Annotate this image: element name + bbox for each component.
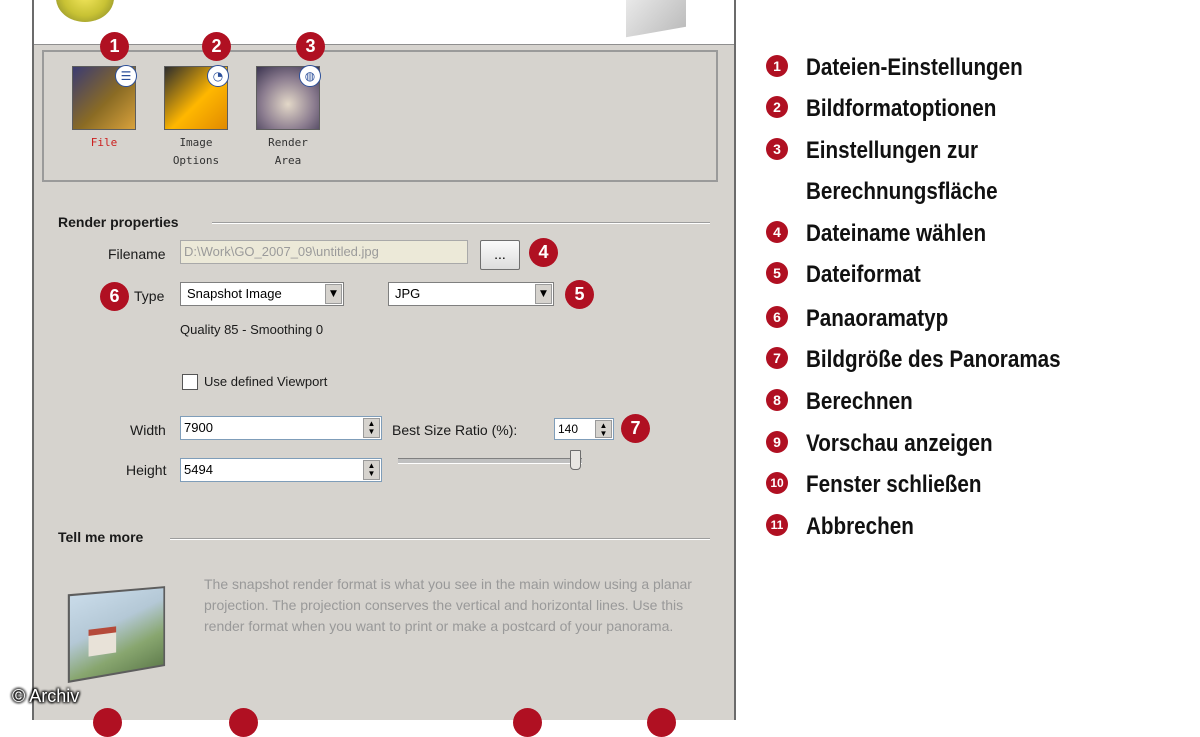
- image-options-icon: ◔: [164, 65, 229, 130]
- tell-me-more-description: The snapshot render format is what you s…: [204, 576, 692, 634]
- render-properties-title: Render properties: [58, 214, 179, 230]
- callout-badge-1: 1: [100, 32, 129, 61]
- legend-text: Panaoramatyp: [806, 305, 949, 332]
- size-ratio-slider-thumb[interactable]: [570, 450, 581, 470]
- legend-badge: 3: [766, 138, 788, 160]
- image-options-tool-label: Image Options: [172, 136, 220, 167]
- legend-text: Dateien-Einstellungen: [806, 54, 1023, 81]
- app-logo: [56, 0, 114, 22]
- legend-text: Abbrechen: [806, 513, 914, 540]
- globe-icon: ◍: [299, 65, 321, 87]
- header-graphic: [626, 0, 686, 38]
- render-toolbar: ☰ File ◔ Image Options ◍ Render Area: [42, 50, 718, 182]
- image-options-tool-button[interactable]: ◔ Image Options: [158, 65, 234, 170]
- chevron-down-icon: ▼: [535, 284, 552, 304]
- legend-text: Bildformatoptionen: [806, 95, 997, 122]
- legend-text: Bildgröße des Panoramas: [806, 346, 1061, 373]
- render-dialog: ☰ File ◔ Image Options ◍ Render Area Ren…: [32, 0, 736, 720]
- legend-text: Dateiformat: [806, 261, 921, 288]
- width-field[interactable]: 7900 ▲ ▼: [180, 416, 382, 440]
- callout-badge-5: 5: [565, 280, 594, 309]
- legend-badge: 8: [766, 389, 788, 411]
- legend-badge: 11: [766, 514, 788, 536]
- height-value: 5494: [184, 462, 213, 477]
- annotated-screenshot: ☰ File ◔ Image Options ◍ Render Area Ren…: [0, 0, 1200, 737]
- dial-icon: ◔: [207, 65, 229, 87]
- legend-badge: 6: [766, 306, 788, 328]
- legend-badge: 2: [766, 96, 788, 118]
- size-ratio-slider[interactable]: [398, 458, 582, 464]
- use-viewport-label: Use defined Viewport: [204, 374, 328, 389]
- callout-badge-4: 4: [529, 238, 558, 267]
- callout-badge-9-partial: [229, 708, 258, 737]
- width-value: 7900: [184, 420, 213, 435]
- browse-button[interactable]: ...: [480, 240, 520, 270]
- copyright-credit: © Archiv: [12, 686, 80, 706]
- dialog-header-strip: [34, 0, 734, 45]
- film-file-icon: ☰: [72, 65, 137, 130]
- type-label: Type: [134, 288, 165, 304]
- legend-badge: 4: [766, 221, 788, 243]
- legend-badge: 9: [766, 431, 788, 453]
- width-spinner-icon[interactable]: ▲ ▼: [363, 418, 380, 438]
- legend-badge: 1: [766, 55, 788, 77]
- render-area-icon: ◍: [256, 65, 321, 130]
- filename-label: Filename: [108, 246, 166, 262]
- file-tool-label: File: [90, 136, 118, 149]
- callout-badge-10-partial: [513, 708, 542, 737]
- render-properties-divider: [212, 222, 710, 224]
- ratio-value: 140: [558, 422, 579, 436]
- chevron-down-icon: ▼: [325, 284, 342, 304]
- filename-field[interactable]: D:\Work\GO_2007_09\untitled.jpg: [180, 240, 468, 264]
- format-select[interactable]: JPG ▼: [388, 282, 554, 306]
- callout-badge-8-partial: [93, 708, 122, 737]
- format-select-value: JPG: [395, 286, 421, 301]
- legend-badge: 5: [766, 262, 788, 284]
- legend-text: Berechnungsfläche: [806, 178, 998, 205]
- type-select-value: Snapshot Image: [187, 286, 282, 301]
- snapshot-preview-image: [67, 586, 166, 683]
- callout-badge-11-partial: [647, 708, 676, 737]
- legend-text: Einstellungen zur: [806, 137, 979, 164]
- render-area-tool-button[interactable]: ◍ Render Area: [250, 65, 326, 170]
- height-label: Height: [126, 462, 167, 478]
- callout-badge-7: 7: [621, 414, 650, 443]
- callout-badge-6: 6: [100, 282, 129, 311]
- quality-text: Quality 85 - Smoothing 0: [180, 322, 324, 337]
- file-tool-button[interactable]: ☰ File: [66, 65, 142, 152]
- tell-me-more-title: Tell me more: [58, 529, 144, 545]
- ratio-label: Best Size Ratio (%):: [392, 422, 518, 438]
- height-field[interactable]: 5494 ▲ ▼: [180, 458, 382, 482]
- legend-text: Vorschau anzeigen: [806, 430, 993, 457]
- legend-text: Fenster schließen: [806, 471, 982, 498]
- use-viewport-checkbox[interactable]: [182, 374, 198, 390]
- ratio-field[interactable]: 140 ▲ ▼: [554, 418, 614, 440]
- legend-text: Dateiname wählen: [806, 220, 987, 247]
- tell-me-more-divider: [170, 538, 710, 540]
- height-spinner-icon[interactable]: ▲ ▼: [363, 460, 380, 480]
- width-label: Width: [130, 422, 166, 438]
- legend-badge: 7: [766, 347, 788, 369]
- ratio-spinner-icon[interactable]: ▲ ▼: [595, 420, 612, 438]
- legend-text: Berechnen: [806, 388, 913, 415]
- legend-badge: 10: [766, 472, 788, 494]
- type-select[interactable]: Snapshot Image ▼: [180, 282, 344, 306]
- list-icon: ☰: [115, 65, 137, 87]
- callout-badge-3: 3: [296, 32, 325, 61]
- callout-badge-2: 2: [202, 32, 231, 61]
- render-area-tool-label: Render Area: [268, 136, 308, 167]
